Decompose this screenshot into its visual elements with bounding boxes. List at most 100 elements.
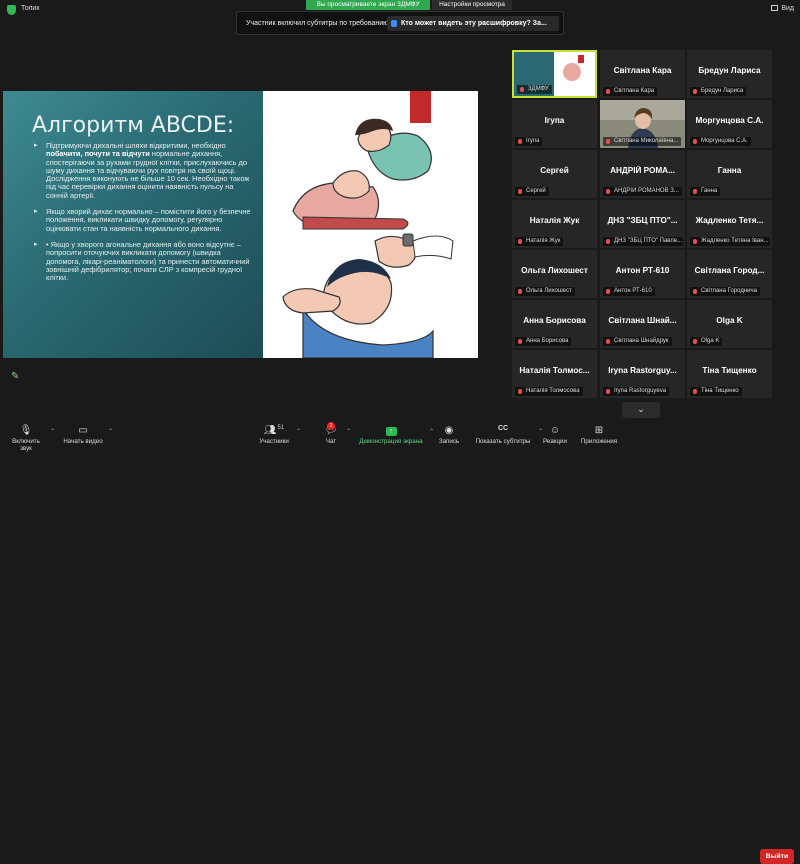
reactions-button[interactable]: ☺ Реакции: [541, 425, 569, 445]
participant-name: Наталія Толмос...: [519, 366, 590, 375]
participant-name: Світлана Шнай...: [608, 316, 677, 325]
participant-gallery: ЗДМФУ Світлана Кара Світлана Кара Бредун …: [512, 50, 772, 400]
participant-label: Тіна Тищенко: [690, 387, 742, 396]
slide-text-panel: Алгоритм ABCDE: Підтримуючи дихальні шля…: [3, 91, 263, 358]
unmute-button[interactable]: 🎙︎ Включить звук ⌃: [6, 425, 55, 452]
view-label: Вид: [781, 5, 794, 12]
participant-tile[interactable]: Антон РТ-610 Антон РТ-610: [600, 250, 685, 298]
participant-name: Антон РТ-610: [615, 266, 670, 275]
participant-name: ДНЗ "ЗБЦ ПТО"...: [607, 216, 678, 225]
participant-name: Iryna Rastorguy...: [608, 366, 677, 375]
participant-tile[interactable]: Наталія Толмос... Наталія Толмосова: [512, 350, 597, 398]
participants-label: Участники: [259, 438, 289, 445]
participant-label: Ольга Лихошест: [515, 287, 575, 296]
participant-tile[interactable]: Анна Борисова Анна Борисова: [512, 300, 597, 348]
chevron-up-icon[interactable]: ⌃: [429, 428, 434, 435]
chevron-up-icon[interactable]: ⌃: [346, 428, 351, 435]
participant-tile[interactable]: Світлана Шнай... Світлана Шнайдрук: [600, 300, 685, 348]
participant-label: ДНЗ "ЗБЦ ПТО" Павле...: [603, 237, 683, 246]
participant-name: АНДРІЙ РОМА...: [610, 166, 675, 175]
captions-notice: Участник включил субтитры по требованию …: [236, 11, 564, 35]
participant-label: Світлана Миколаївна...: [603, 137, 682, 146]
apps-icon: ⊞: [594, 425, 604, 436]
transcript-visibility-button[interactable]: Кто может видеть эту расшифровку? За...: [387, 16, 559, 31]
apps-label: Приложения: [580, 438, 618, 445]
participant-label: Моргунцова С.А.: [690, 137, 751, 146]
participant-tile[interactable]: Світлана Кара Світлана Кара: [600, 50, 685, 98]
participant-name: Ігупа: [544, 116, 565, 125]
participant-tile[interactable]: Сергей Сергей: [512, 150, 597, 198]
participant-name: Сергей: [540, 166, 569, 175]
chevron-up-icon[interactable]: ⌃: [108, 428, 113, 435]
participant-tile[interactable]: Жадленко Тетя... Жадленко Тетяна Іван...: [687, 200, 772, 248]
notice-link-label: Кто может видеть эту расшифровку? За...: [401, 20, 547, 27]
apps-button[interactable]: ⊞ Приложения: [578, 425, 620, 445]
participant-name: Світлана Город...: [694, 266, 765, 275]
slide-body: Підтримуючи дихальні шляхи відкритими, н…: [33, 141, 255, 290]
participant-name: Анна Борисова: [523, 316, 586, 325]
participant-label: Iryna Rastorguyeva: [603, 387, 670, 396]
chat-unread-badge: 1: [327, 422, 335, 430]
record-button[interactable]: ◉ Запись: [436, 425, 462, 445]
chat-button[interactable]: 💬︎ 1 Чат ⌃: [320, 422, 351, 445]
chat-label: Чат: [325, 438, 337, 445]
participant-tile[interactable]: Тіна Тищенко Тіна Тищенко: [687, 350, 772, 398]
participant-label: Анна Борисова: [515, 337, 572, 346]
slide-title: Алгоритм ABCDE:: [32, 113, 235, 138]
participant-tile[interactable]: Ганна Ганна: [687, 150, 772, 198]
view-button[interactable]: Вид: [771, 5, 794, 12]
participant-label: ЗДМФУ: [517, 85, 552, 94]
participant-label: Жадленко Тетяна Іван...: [690, 237, 770, 246]
video-off-icon: ▭: [78, 425, 88, 436]
participant-name: Моргунцова С.А.: [695, 116, 764, 125]
participant-tile[interactable]: ЗДМФУ: [512, 50, 597, 98]
share-screen-label: Демонстрация экрана: [359, 438, 423, 445]
participant-label: Світлана Кара: [603, 87, 658, 96]
share-screen-icon: ↑: [385, 427, 397, 436]
share-screen-button[interactable]: ↑ Демонстрация экрана ⌃: [357, 425, 434, 445]
slide-paragraph: Підтримуючи дихальні шляхи відкритими, н…: [33, 141, 255, 200]
participant-name: Бредун Лариса: [698, 66, 761, 75]
shield-icon[interactable]: [7, 5, 16, 15]
start-video-button[interactable]: ▭ Начать видео ⌃: [62, 425, 113, 445]
p1-text-end: нормальне дихання, спостерігаючи за руха…: [46, 149, 250, 200]
participant-tile[interactable]: Наталія Жук Наталія Жук: [512, 200, 597, 248]
participant-tile[interactable]: Бредун Лариса Бредун Лариса: [687, 50, 772, 98]
participant-name: Ганна: [717, 166, 742, 175]
leave-button[interactable]: Выйти: [760, 849, 794, 864]
participant-tile[interactable]: Ігупа Ігупа: [512, 100, 597, 148]
gallery-next-page-button[interactable]: ⌄: [622, 402, 660, 418]
participant-label: Сергей: [515, 187, 549, 196]
chevron-up-icon[interactable]: ⌃: [296, 428, 301, 435]
participant-label: Olga K: [690, 337, 723, 346]
notice-text: Участник включил субтитры по требованию: [246, 20, 389, 27]
show-captions-button[interactable]: CC Показать субтитры ⌃: [472, 425, 543, 445]
slide-illustration-panel: [263, 91, 478, 358]
participant-tile[interactable]: Світлана Миколаївна...: [600, 100, 685, 148]
participant-label: Ігупа: [515, 137, 543, 146]
participant-tile[interactable]: Моргунцова С.А. Моргунцова С.А.: [687, 100, 772, 148]
participant-tile[interactable]: АНДРІЙ РОМА... АНДРІЙ РОМАНОВ З...: [600, 150, 685, 198]
reactions-label: Реакции: [543, 438, 567, 445]
participant-tile[interactable]: Iryna Rastorguy... Iryna Rastorguyeva: [600, 350, 685, 398]
participant-tile[interactable]: ДНЗ "ЗБЦ ПТО"... ДНЗ "ЗБЦ ПТО" Павле...: [600, 200, 685, 248]
participants-button[interactable]: 👥︎51 Участники ⌃: [256, 425, 301, 445]
meeting-topic: Топик: [21, 5, 40, 12]
participant-label: Ганна: [690, 187, 721, 196]
participant-tile[interactable]: Ольга Лихошест Ольга Лихошест: [512, 250, 597, 298]
person-icon: [391, 20, 397, 27]
participant-label: Наталія Толмосова: [515, 387, 583, 396]
slide-paragraph: • Якщо у хворого агональне дихання або в…: [33, 240, 255, 282]
viewing-banner: Вы просматриваете экран ЗДМФУ: [306, 0, 430, 10]
participant-name: Світлана Кара: [613, 66, 672, 75]
participant-label: Світлана Шнайдрук: [603, 337, 672, 346]
view-options-button[interactable]: Настройки просмотра: [432, 0, 512, 10]
muted-mic-icon: 🎙︎: [19, 425, 33, 436]
meeting-toolbar: 🎙︎ Включить звук ⌃ ▭ Начать видео ⌃ 👥︎51…: [0, 421, 800, 864]
chevron-up-icon[interactable]: ⌃: [50, 428, 55, 435]
participant-tile[interactable]: Світлана Город... Світлана Городнича: [687, 250, 772, 298]
participant-name: Ольга Лихошест: [521, 266, 588, 275]
annotate-pen-icon[interactable]: ✎: [11, 371, 29, 387]
participant-label: Світлана Городнича: [690, 287, 760, 296]
participant-tile[interactable]: Olga K Olga K: [687, 300, 772, 348]
